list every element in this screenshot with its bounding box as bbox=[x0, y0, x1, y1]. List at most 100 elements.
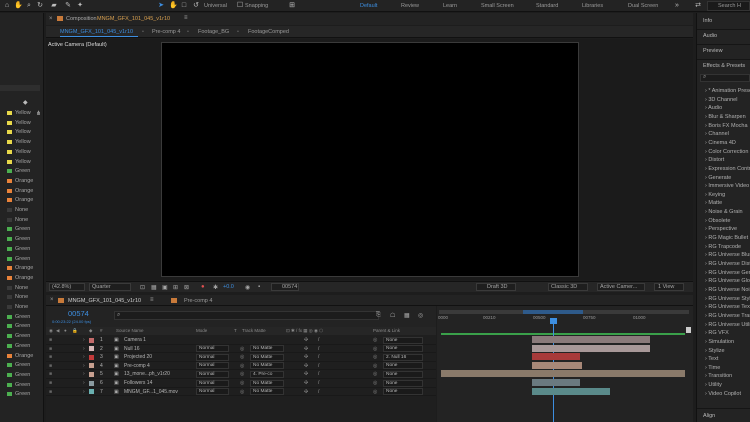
effect-category[interactable]: › Channel bbox=[705, 131, 729, 137]
layer-row[interactable]: ■ › 6 ▣ Followers 14 Normal ◎ No Matte ✣ / ◎ None bbox=[46, 379, 436, 388]
tab-menu-icon[interactable]: ≡ bbox=[150, 297, 154, 303]
work-area-bar[interactable] bbox=[523, 310, 583, 314]
expand-chevron-icon[interactable]: › bbox=[83, 389, 85, 395]
effect-category[interactable]: › Immersive Video bbox=[705, 183, 749, 189]
quality-icon[interactable]: / bbox=[318, 380, 319, 386]
playhead-handle[interactable] bbox=[550, 318, 557, 324]
effect-category[interactable]: › Matte bbox=[705, 200, 722, 206]
transparency-grid-icon[interactable]: ▦ bbox=[151, 284, 157, 291]
tab-pre-comp-4[interactable]: Pre-comp 4 bbox=[152, 29, 180, 35]
layer-search-input[interactable] bbox=[114, 311, 379, 320]
layer-label-color[interactable] bbox=[89, 337, 94, 343]
layer-name[interactable]: Camera 1 bbox=[124, 337, 146, 343]
workspace-dual-screen[interactable]: Dual Screen bbox=[628, 3, 658, 9]
layer-bar[interactable] bbox=[532, 336, 650, 343]
expand-chevron-icon[interactable]: › bbox=[83, 380, 85, 386]
layer-bar[interactable] bbox=[532, 379, 580, 386]
layer-bar[interactable] bbox=[532, 353, 580, 361]
tab-main-comp[interactable]: MNGM_GFX_101_045_v1r10 bbox=[60, 29, 133, 35]
effect-category[interactable]: › RG Universe Blur bbox=[705, 252, 750, 258]
snapping-label[interactable]: Snapping bbox=[245, 3, 268, 9]
effect-category[interactable]: › Noise & Grain bbox=[705, 209, 743, 215]
track-matte-dropdown[interactable]: No Matte bbox=[250, 345, 284, 353]
effect-category[interactable]: › Audio bbox=[705, 105, 722, 111]
effect-category[interactable]: › RG Universe Transi bbox=[705, 313, 750, 319]
track-matte-dropdown[interactable]: No Matte bbox=[250, 362, 284, 370]
layer-row[interactable]: ■ › 3 ▣ Projected 20 Normal ◎ No Matte ✣ / ◎ 2. Nul… bbox=[46, 353, 436, 362]
effect-category[interactable]: › Time bbox=[705, 365, 720, 371]
preview-panel-tab[interactable]: Preview bbox=[703, 48, 723, 54]
universal-label[interactable]: Universal bbox=[204, 3, 227, 9]
visibility-toggle[interactable]: ■ bbox=[49, 337, 52, 343]
layer-row[interactable]: ■ › 5 ▣ 13_mone...ph_v1r20 Normal ◎ 4. Pre-co ✣ /… bbox=[46, 370, 436, 379]
quality-icon[interactable]: / bbox=[318, 363, 319, 369]
pickwhip-icon[interactable]: ◎ bbox=[373, 354, 377, 360]
track-matte-dropdown[interactable]: No Matte bbox=[250, 353, 284, 361]
show-snapshot-icon[interactable]: ▪ bbox=[258, 284, 260, 290]
layer-label-color[interactable] bbox=[89, 346, 94, 352]
timeline-tab-pre-comp[interactable]: Pre-comp 4 bbox=[184, 298, 212, 304]
quality-icon[interactable]: / bbox=[318, 354, 319, 360]
workspace-review[interactable]: Review bbox=[401, 3, 419, 9]
fast-preview-icon[interactable]: ⊡ bbox=[140, 284, 145, 291]
layer-label-color[interactable] bbox=[89, 380, 94, 386]
effect-category[interactable]: › RG Trapcode bbox=[705, 244, 741, 250]
effects-presets-tab[interactable]: Effects & Presets bbox=[703, 63, 745, 69]
close-icon[interactable]: × bbox=[50, 297, 54, 303]
comp-flowchart-icon[interactable]: ⎘ bbox=[376, 312, 381, 319]
color-channels-icon[interactable]: ● bbox=[201, 284, 205, 290]
layer-label-color[interactable] bbox=[89, 371, 94, 377]
effect-category[interactable]: › Generate bbox=[705, 175, 731, 181]
expand-chevron-icon[interactable]: › bbox=[83, 371, 85, 377]
switch-icon[interactable]: ✣ bbox=[304, 389, 308, 395]
effect-category[interactable]: › Stylize bbox=[705, 348, 725, 354]
audio-panel-tab[interactable]: Audio bbox=[703, 33, 717, 39]
layer-bar[interactable] bbox=[532, 344, 650, 352]
layer-row[interactable]: ■ › 7 ▣ MNGM_GF...1_045.mov Normal ◎ No Matte ✣ /… bbox=[46, 388, 436, 397]
exposure-value[interactable]: +0.0 bbox=[223, 284, 234, 290]
panel-menu-icon[interactable]: ≡ bbox=[184, 15, 188, 21]
effect-category[interactable]: › RG Universe Utilit bbox=[705, 322, 750, 328]
pickwhip-icon[interactable]: ◎ bbox=[373, 363, 377, 369]
snap-options-icon[interactable]: ⊞ bbox=[288, 2, 296, 10]
effect-category[interactable]: › Obsolete bbox=[705, 218, 730, 224]
effect-category[interactable]: › RG Universe Stylize bbox=[705, 296, 750, 302]
visibility-toggle[interactable]: ■ bbox=[49, 346, 52, 352]
workspace-default[interactable]: Default bbox=[360, 3, 377, 9]
parent-dropdown[interactable]: None bbox=[383, 362, 423, 370]
layer-label-color[interactable] bbox=[89, 354, 94, 360]
layer-row[interactable]: ■ › 1 ▣ Camera 1 ✣ / ◎ None bbox=[46, 336, 436, 345]
layer-bar[interactable] bbox=[532, 361, 582, 369]
timeline-tab-main[interactable]: MNGM_GFX_101_045_v1r10 bbox=[68, 298, 141, 304]
effect-category[interactable]: › Utility bbox=[705, 382, 722, 388]
effect-category[interactable]: › RG VFX bbox=[705, 330, 729, 336]
switch-icon[interactable]: ✣ bbox=[304, 337, 308, 343]
quality-icon[interactable]: / bbox=[318, 371, 319, 377]
layer-name[interactable]: Null 16 bbox=[124, 346, 140, 352]
tab-footage-bg[interactable]: Footage_BG bbox=[198, 29, 229, 35]
time-graph[interactable]: 0000 00210 00500 00750 01000 bbox=[437, 306, 693, 422]
hand-tool-icon[interactable]: ✋ bbox=[14, 2, 23, 10]
effect-category[interactable]: › Expression Contro bbox=[705, 166, 750, 172]
blend-mode-dropdown[interactable]: Normal bbox=[196, 362, 229, 370]
effect-category[interactable]: › Video Copilot bbox=[705, 391, 741, 397]
effect-category[interactable]: › Boris FX Mocha bbox=[705, 123, 748, 129]
visibility-toggle[interactable]: ■ bbox=[49, 363, 52, 369]
workspace-libraries[interactable]: Libraries bbox=[582, 3, 603, 9]
effect-category[interactable]: › RG Magic Bullet bbox=[705, 235, 748, 241]
layer-bar[interactable] bbox=[441, 370, 685, 378]
effect-category[interactable]: › Cinema 4D bbox=[705, 140, 736, 146]
effect-category[interactable]: › Color Correction bbox=[705, 149, 748, 155]
track-matte-dropdown[interactable]: No Matte bbox=[250, 388, 284, 396]
rectangle-tool-icon[interactable]: □ bbox=[180, 2, 188, 10]
mask-visibility-icon[interactable]: ▣ bbox=[162, 284, 168, 291]
expand-chevron-icon[interactable]: › bbox=[83, 354, 85, 360]
composition-canvas[interactable] bbox=[161, 42, 579, 277]
snapshot-icon[interactable]: ◉ bbox=[245, 284, 250, 291]
effect-category[interactable]: › Keying bbox=[705, 192, 725, 198]
source-name-header[interactable]: Source Name bbox=[116, 328, 144, 333]
shy-layers-icon[interactable]: ☖ bbox=[390, 312, 395, 319]
effect-category[interactable]: › RG Universe Noise bbox=[705, 287, 750, 293]
eraser-tool-icon[interactable]: ▰ bbox=[50, 2, 58, 10]
switch-icon[interactable]: ✣ bbox=[304, 371, 308, 377]
